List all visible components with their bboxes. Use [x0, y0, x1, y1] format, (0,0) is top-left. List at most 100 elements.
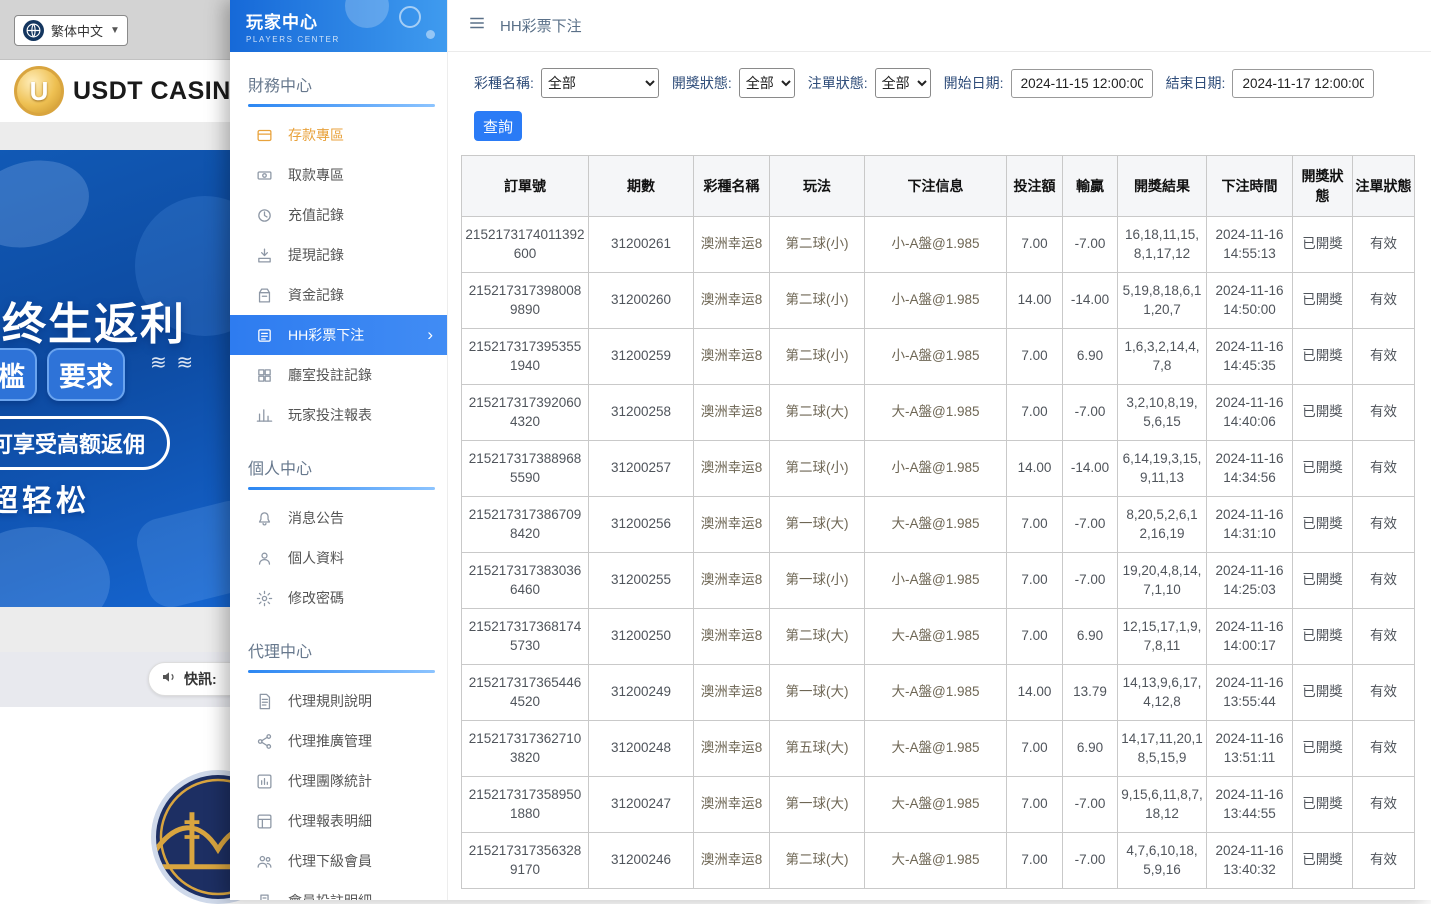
banner-pill: 可享受高额返佣	[0, 416, 170, 470]
site-logo-text: USDT CASINO	[73, 77, 251, 106]
banner-badge: 槛	[0, 348, 37, 401]
sidebar-item-label: 資金記錄	[288, 285, 344, 305]
end-date-label: 結束日期:	[1166, 73, 1226, 93]
cell-bet-info: 小-A盤@1.985	[865, 329, 1007, 385]
cell-play: 第二球(大)	[770, 385, 865, 441]
sidebar-item-recharge-record[interactable]: 充值記錄	[230, 195, 447, 235]
sidebar-item-player-report[interactable]: 玩家投注報表	[230, 395, 447, 435]
cell-period: 31200260	[589, 273, 694, 329]
table-row: 215217317383036646031200255澳洲幸运8第一球(小)小-…	[462, 553, 1415, 609]
sidebar-item-label: 代理規則說明	[288, 691, 372, 711]
sidebar-item-withdrawal-record[interactable]: 提現記錄	[230, 235, 447, 275]
banner-title: 终生返利	[2, 288, 186, 352]
cell-order-no: 2152173173563289170	[462, 833, 589, 889]
cell-winloss: 6.90	[1063, 721, 1118, 777]
sidebar-item-agent-report[interactable]: 代理報表明細	[230, 801, 447, 841]
cell-amount: 14.00	[1007, 665, 1063, 721]
cell-winloss: -14.00	[1063, 273, 1118, 329]
cell-winloss: -7.00	[1063, 833, 1118, 889]
cell-winloss: -7.00	[1063, 777, 1118, 833]
cell-draw-status: 已開獎	[1293, 665, 1353, 721]
start-date-input[interactable]	[1011, 69, 1153, 98]
speaker-icon	[161, 669, 177, 690]
sidebar-item-lottery-bet[interactable]: HH彩票下注›	[230, 315, 447, 355]
cell-order-no: 2152173173953551940	[462, 329, 589, 385]
cell-game: 澳洲幸运8	[694, 777, 770, 833]
player-center-subtitle: PLAYERS CENTER	[246, 35, 447, 44]
sidebar-item-agent-team-stats[interactable]: 代理團隊統計	[230, 761, 447, 801]
cell-draw-status: 已開獎	[1293, 497, 1353, 553]
sidebar-item-label: 廳室投註記錄	[288, 365, 372, 385]
orders-table-wrap: 訂單號期數彩種名稱玩法下注信息投注額輸贏開獎結果下注時間開獎狀態注單狀態 215…	[461, 155, 1418, 889]
cell-order-status: 有效	[1353, 721, 1415, 777]
cell-amount: 7.00	[1007, 217, 1063, 273]
cell-play: 第二球(大)	[770, 833, 865, 889]
sidebar-item-profile[interactable]: 個人資料	[230, 538, 447, 578]
sidebar-section: 個人中心消息公告個人資料修改密碼	[230, 455, 447, 618]
section-underline	[248, 670, 435, 673]
draw-status-select[interactable]: 全部	[739, 68, 795, 98]
cell-game: 澳洲幸运8	[694, 553, 770, 609]
cell-draw-status: 已開獎	[1293, 273, 1353, 329]
cell-game: 澳洲幸运8	[694, 329, 770, 385]
cell-time: 2024-11-16 13:40:32	[1207, 833, 1293, 889]
sidebar-item-member-bet-detail[interactable]: 會員投註明細	[230, 881, 447, 900]
profile-icon	[256, 550, 273, 567]
cell-order-status: 有效	[1353, 497, 1415, 553]
cell-order-status: 有效	[1353, 609, 1415, 665]
query-button[interactable]: 查詢	[474, 111, 522, 141]
lottery-bet-icon	[256, 327, 273, 344]
caret-down-icon: ▼	[110, 25, 120, 36]
cell-play: 第一球(大)	[770, 665, 865, 721]
cell-draw-status: 已開獎	[1293, 777, 1353, 833]
sidebar-item-agent-members[interactable]: 代理下級會員	[230, 841, 447, 881]
cell-game: 澳洲幸运8	[694, 217, 770, 273]
sidebar-section-title: 財務中心	[248, 72, 429, 96]
password-gear-icon	[256, 590, 273, 607]
withdraw-icon	[256, 167, 273, 184]
cell-game: 澳洲幸运8	[694, 721, 770, 777]
cell-period: 31200256	[589, 497, 694, 553]
sidebar-item-agent-rules[interactable]: 代理規則說明	[230, 681, 447, 721]
cell-result: 6,14,19,3,15,9,11,13	[1118, 441, 1207, 497]
sidebar-item-deposit-card[interactable]: 存款專區	[230, 115, 447, 155]
cell-order-status: 有效	[1353, 217, 1415, 273]
end-date-input[interactable]	[1232, 69, 1374, 98]
order-status-select[interactable]: 全部	[875, 68, 931, 98]
cell-result: 19,20,4,8,14,7,1,10	[1118, 553, 1207, 609]
cell-draw-status: 已開獎	[1293, 217, 1353, 273]
agent-report-icon	[256, 813, 273, 830]
agent-promo-icon	[256, 733, 273, 750]
coin-logo-icon: U	[14, 66, 64, 116]
cell-result: 12,15,17,1,9,7,8,11	[1118, 609, 1207, 665]
cell-amount: 14.00	[1007, 273, 1063, 329]
sidebar-item-label: 存款專區	[288, 125, 344, 145]
sidebar-item-withdraw[interactable]: 取款專區	[230, 155, 447, 195]
language-selector[interactable]: 繁体中文 ▼	[14, 15, 128, 46]
cell-winloss: 13.79	[1063, 665, 1118, 721]
hamburger-icon[interactable]	[468, 14, 486, 37]
cell-period: 31200247	[589, 777, 694, 833]
column-header: 開獎結果	[1118, 156, 1207, 217]
sidebar-menu: 財務中心存款專區取款專區充值記錄提現記錄資金記錄 HH彩票下注› 廳室投註記錄玩家投…	[230, 72, 447, 900]
cell-order-status: 有效	[1353, 777, 1415, 833]
sidebar-item-funds-record[interactable]: 資金記錄	[230, 275, 447, 315]
cell-order-no: 2152173173889685590	[462, 441, 589, 497]
sidebar-section: 代理中心代理規則說明代理推廣管理代理團隊統計代理報表明細代理下級會員會員投註明細	[230, 638, 447, 900]
cell-time: 2024-11-16 13:55:44	[1207, 665, 1293, 721]
game-select[interactable]: 全部	[541, 68, 659, 98]
column-header: 投注額	[1007, 156, 1063, 217]
sidebar-item-password-gear[interactable]: 修改密碼	[230, 578, 447, 618]
cell-game: 澳洲幸运8	[694, 441, 770, 497]
sidebar-item-announcement-bell[interactable]: 消息公告	[230, 498, 447, 538]
cell-period: 31200250	[589, 609, 694, 665]
sidebar-item-room-bet-record[interactable]: 廳室投註記錄	[230, 355, 447, 395]
cell-time: 2024-11-16 14:55:13	[1207, 217, 1293, 273]
ticker-label: 快訊:	[184, 669, 217, 689]
cell-winloss: -7.00	[1063, 217, 1118, 273]
sidebar-item-label: 代理下級會員	[288, 851, 372, 871]
cell-amount: 7.00	[1007, 721, 1063, 777]
room-bet-record-icon	[256, 367, 273, 384]
sidebar-item-label: 會員投註明細	[288, 891, 372, 900]
sidebar-item-agent-promo[interactable]: 代理推廣管理	[230, 721, 447, 761]
